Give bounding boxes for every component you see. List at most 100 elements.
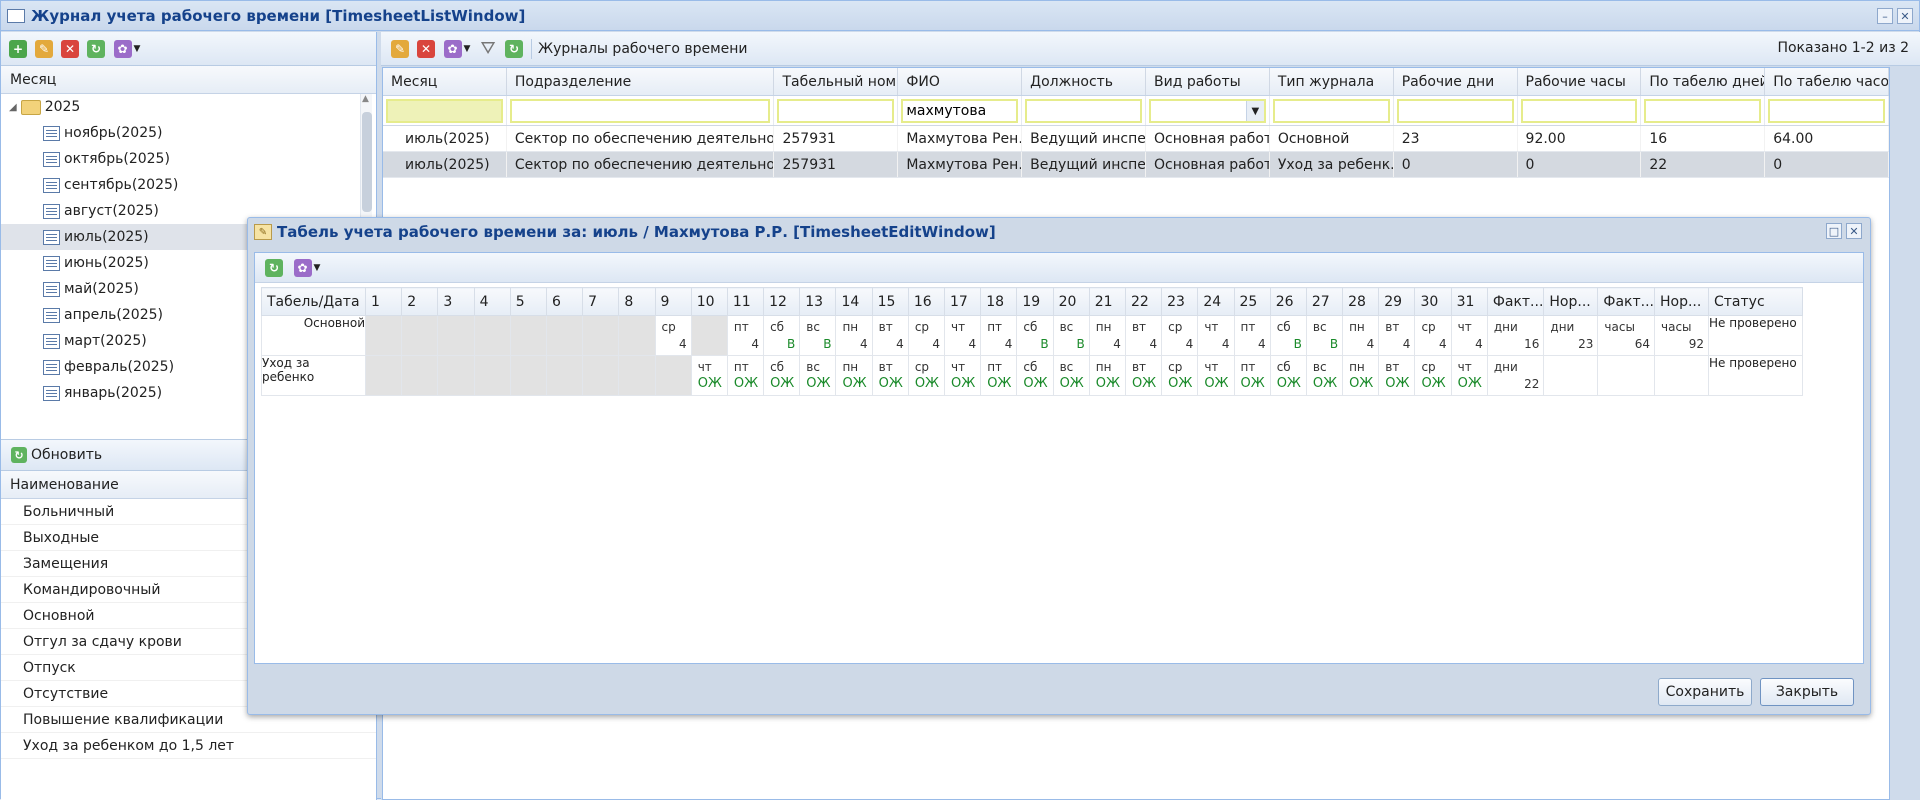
day-cell[interactable]: ср 4: [907, 315, 946, 356]
day-cell[interactable]: пн ОЖ: [1342, 355, 1380, 396]
day-cell[interactable]: [473, 315, 511, 356]
add-button[interactable]: +: [7, 38, 29, 60]
day-cell[interactable]: [545, 315, 584, 356]
grid-column-header[interactable]: По табелю дней: [1641, 68, 1766, 95]
day-cell[interactable]: сб ОЖ: [763, 355, 801, 396]
day-cell[interactable]: сб ОЖ: [1269, 355, 1307, 396]
grid-filter-input[interactable]: [386, 99, 503, 123]
day-cell[interactable]: [437, 355, 475, 396]
grid-filter-input[interactable]: [509, 99, 771, 123]
day-cell[interactable]: [618, 315, 656, 356]
maximize-icon[interactable]: □: [1826, 223, 1842, 239]
day-cell[interactable]: вт 4: [871, 315, 909, 356]
day-cell[interactable]: пт ОЖ: [980, 355, 1018, 396]
day-cell[interactable]: [473, 355, 511, 396]
tree-month-item[interactable]: ноябрь(2025): [1, 120, 376, 146]
modal-refresh-button[interactable]: ↻: [263, 257, 285, 279]
grid-column-header[interactable]: Вид работы: [1146, 68, 1270, 95]
grid-filter-input[interactable]: [1520, 99, 1638, 123]
day-cell[interactable]: вс ОЖ: [799, 355, 837, 396]
grid-filter-input[interactable]: [1768, 99, 1886, 123]
day-cell[interactable]: чт 4: [1197, 315, 1235, 356]
day-cell[interactable]: ср 4: [654, 315, 692, 356]
name-list-item[interactable]: Уход за ребенком до 1,5 лет: [1, 733, 376, 759]
modal-settings-menu-button[interactable]: ✿ ▼: [291, 257, 323, 279]
day-cell[interactable]: пт ОЖ: [726, 355, 765, 396]
day-cell[interactable]: ср 4: [1161, 315, 1199, 356]
close-window-icon[interactable]: ✕: [1897, 8, 1913, 24]
day-cell[interactable]: вс ОЖ: [1305, 355, 1344, 396]
day-cell[interactable]: вт 4: [1124, 315, 1163, 356]
grid-column-header[interactable]: Рабочие дни: [1394, 68, 1518, 95]
grid-column-header[interactable]: Тип журнала: [1270, 68, 1394, 95]
day-cell[interactable]: [690, 315, 728, 356]
grid-column-header[interactable]: По табелю часов: [1765, 68, 1890, 95]
day-cell[interactable]: пт ОЖ: [1233, 355, 1271, 396]
close-button[interactable]: Закрыть: [1760, 678, 1854, 706]
close-modal-icon[interactable]: ✕: [1846, 223, 1862, 239]
settings-menu-button[interactable]: ✿ ▼: [111, 38, 143, 60]
day-cell[interactable]: сб В: [763, 315, 801, 356]
tree-year-node[interactable]: ◢ 2025: [1, 94, 376, 120]
day-cell[interactable]: сб В: [1016, 315, 1054, 356]
day-cell[interactable]: ср ОЖ: [1414, 355, 1452, 396]
day-cell[interactable]: сб В: [1269, 315, 1307, 356]
day-cell[interactable]: пн 4: [1088, 315, 1126, 356]
scroll-up-icon[interactable]: ▲: [362, 94, 369, 104]
day-cell[interactable]: [618, 355, 656, 396]
day-cell[interactable]: чт 4: [943, 315, 982, 356]
day-cell[interactable]: ср 4: [1414, 315, 1452, 356]
day-cell[interactable]: ср ОЖ: [1161, 355, 1199, 396]
day-cell[interactable]: чт ОЖ: [1197, 355, 1235, 396]
day-cell[interactable]: [582, 315, 620, 356]
tree-month-item[interactable]: сентябрь(2025): [1, 172, 376, 198]
grid-filter-input[interactable]: [777, 99, 895, 123]
day-cell[interactable]: [364, 315, 403, 356]
day-cell[interactable]: чт 4: [1450, 315, 1488, 356]
day-cell[interactable]: пн 4: [1342, 315, 1380, 356]
day-cell[interactable]: пн ОЖ: [1088, 355, 1126, 396]
minimize-icon[interactable]: –: [1877, 8, 1893, 24]
delete-journal-button[interactable]: ✕: [415, 38, 437, 60]
day-cell[interactable]: сб ОЖ: [1016, 355, 1054, 396]
day-cell[interactable]: вт 4: [1378, 315, 1416, 356]
grid-column-header[interactable]: Рабочие часы: [1518, 68, 1642, 95]
day-cell[interactable]: [401, 315, 439, 356]
day-cell[interactable]: пт 4: [726, 315, 765, 356]
table-row[interactable]: июль(2025) Сектор по обеспечению деятельн…: [383, 126, 1890, 152]
tree-month-item[interactable]: октябрь(2025): [1, 146, 376, 172]
day-cell[interactable]: вт ОЖ: [1124, 355, 1163, 396]
scrollbar-thumb[interactable]: [362, 112, 372, 212]
day-cell[interactable]: вт ОЖ: [871, 355, 909, 396]
grid-column-header[interactable]: Месяц: [383, 68, 507, 95]
day-cell[interactable]: вс В: [799, 315, 837, 356]
grid-filter-input[interactable]: [901, 99, 1019, 123]
day-cell[interactable]: [364, 355, 403, 396]
grid-filter-input[interactable]: [1644, 99, 1762, 123]
refresh-button[interactable]: ↻: [85, 38, 107, 60]
day-cell[interactable]: вс ОЖ: [1052, 355, 1090, 396]
save-button[interactable]: Сохранить: [1658, 678, 1752, 706]
clear-filter-button[interactable]: ⛛: [477, 38, 499, 60]
day-cell[interactable]: ср ОЖ: [907, 355, 946, 396]
delete-button[interactable]: ✕: [59, 38, 81, 60]
day-cell[interactable]: [545, 355, 584, 396]
day-cell[interactable]: пн ОЖ: [835, 355, 873, 396]
tree-expand-icon[interactable]: ◢: [9, 102, 17, 113]
day-cell[interactable]: вс В: [1052, 315, 1090, 356]
day-cell[interactable]: чт ОЖ: [1450, 355, 1488, 396]
grid-column-header[interactable]: Должность: [1022, 68, 1146, 95]
table-row[interactable]: июль(2025) Сектор по обеспечению деятельн…: [383, 152, 1890, 178]
day-cell[interactable]: [401, 355, 439, 396]
day-cell[interactable]: вт ОЖ: [1378, 355, 1416, 396]
edit-button[interactable]: ✎: [33, 38, 55, 60]
day-cell[interactable]: чт ОЖ: [943, 355, 982, 396]
day-cell[interactable]: [582, 355, 620, 396]
refresh-journal-button[interactable]: ↻: [503, 38, 525, 60]
day-cell[interactable]: чт ОЖ: [690, 355, 728, 396]
day-cell[interactable]: пн 4: [835, 315, 873, 356]
grid-column-header[interactable]: ФИО: [898, 68, 1023, 95]
day-cell[interactable]: пт 4: [980, 315, 1018, 356]
edit-journal-button[interactable]: ✎: [389, 38, 411, 60]
grid-filter-input[interactable]: [1272, 99, 1390, 123]
